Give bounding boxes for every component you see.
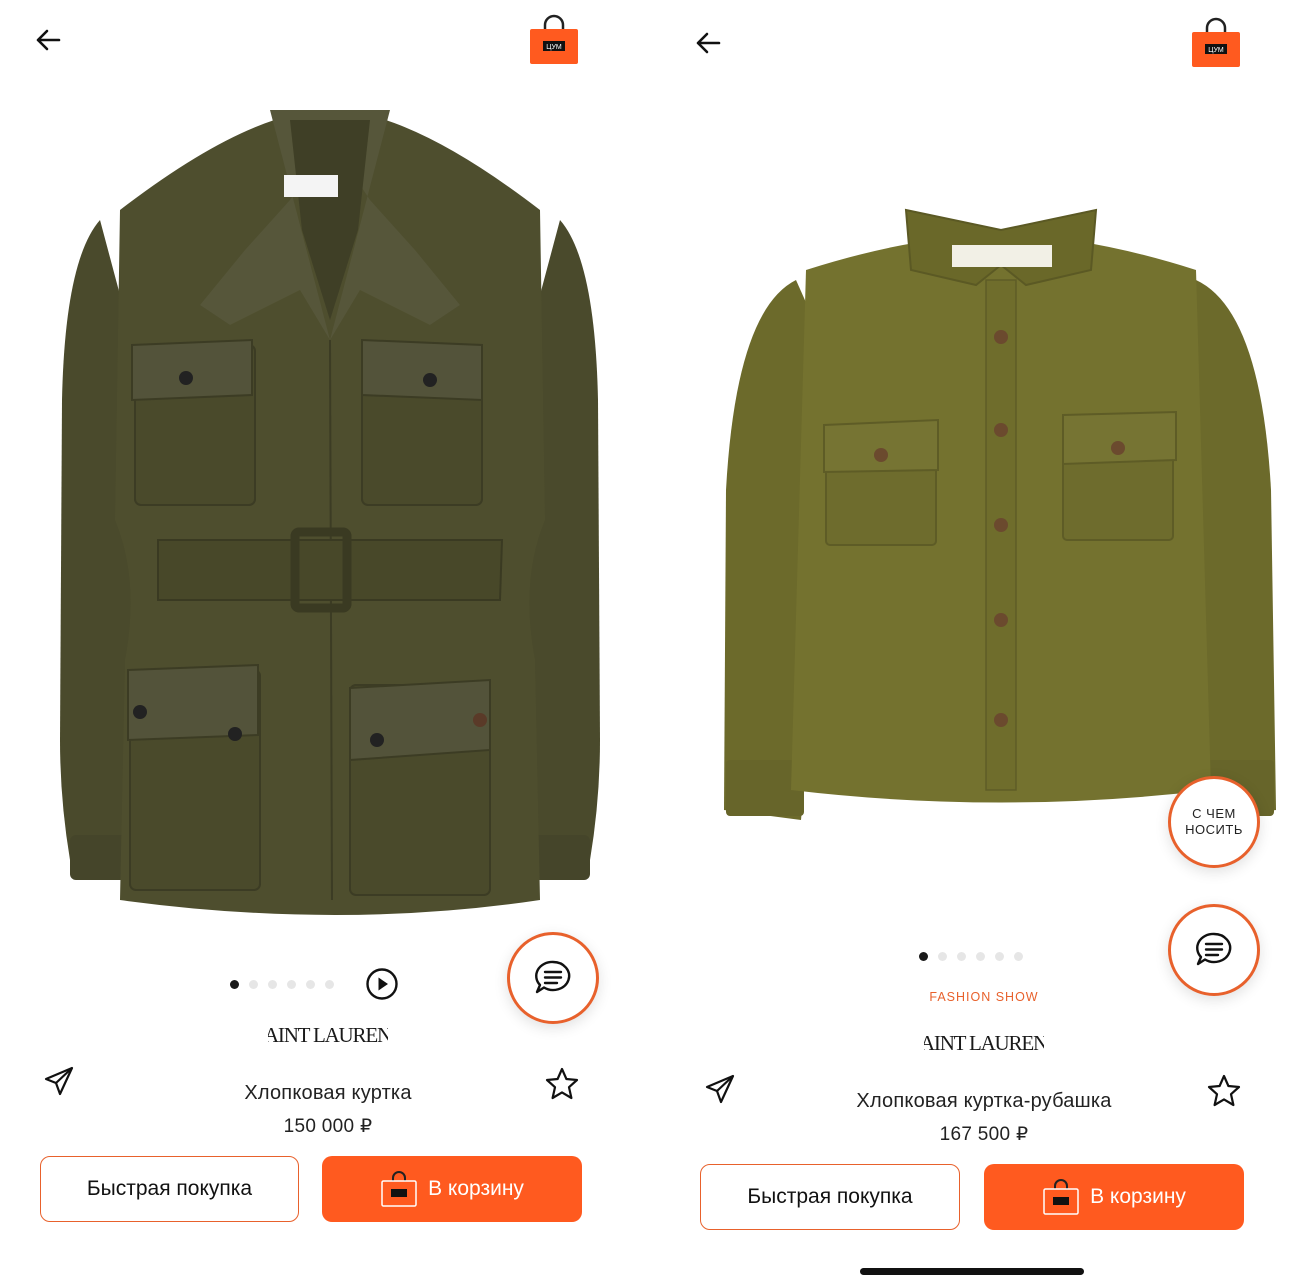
fashion-show-tag[interactable]: FASHION SHOW xyxy=(656,990,1312,1004)
jacket-illustration xyxy=(60,110,600,915)
page-dot[interactable] xyxy=(919,952,928,961)
page-dot[interactable] xyxy=(957,952,966,961)
product-image[interactable] xyxy=(40,100,620,930)
play-icon xyxy=(366,968,398,1000)
svg-text:SAINT LAURENT: SAINT LAURENT xyxy=(268,1023,388,1047)
quick-buy-button[interactable]: Быстрая покупка xyxy=(40,1156,299,1222)
quick-buy-label: Быстрая покупка xyxy=(86,1177,253,1200)
play-video-button[interactable] xyxy=(365,967,399,1001)
page-dot[interactable] xyxy=(325,980,334,989)
chat-button[interactable] xyxy=(507,932,599,1024)
logo-text: ЦУМ xyxy=(1208,47,1224,54)
page-dot[interactable] xyxy=(976,952,985,961)
page-dot[interactable] xyxy=(995,952,1004,961)
product-screen-shirt-jacket: ЦУМ С ЧЕМ НОСИТЬ FASHION SHOW AINT LAURE… xyxy=(656,0,1312,1280)
quick-buy-button[interactable]: Быстрая покупка xyxy=(700,1164,960,1230)
shirt-jacket-illustration xyxy=(724,208,1276,820)
brand-name[interactable]: SAINT LAURENT xyxy=(656,1028,1312,1065)
tsum-bag-logo[interactable]: ЦУМ xyxy=(1191,16,1241,67)
what-to-wear-button[interactable]: С ЧЕМ НОСИТЬ xyxy=(1168,776,1260,868)
home-indicator[interactable] xyxy=(860,1268,1084,1275)
product-name: Хлопковая куртка-рубашка xyxy=(856,1090,1112,1112)
brand-name[interactable]: SAINT LAURENT xyxy=(0,1020,656,1057)
product-price: 150 000 ₽ xyxy=(283,1116,373,1137)
page-dot[interactable] xyxy=(268,980,277,989)
page-dot[interactable] xyxy=(230,980,239,989)
back-arrow-icon xyxy=(696,32,721,54)
logo-text: ЦУМ xyxy=(546,44,562,51)
page-dot[interactable] xyxy=(287,980,296,989)
add-to-cart-label: В корзину xyxy=(428,1177,524,1200)
page-dot[interactable] xyxy=(249,980,258,989)
page-dot[interactable] xyxy=(1014,952,1023,961)
back-arrow-icon xyxy=(36,29,61,51)
product-name: Хлопковая куртка xyxy=(244,1082,412,1104)
add-to-cart-button[interactable]: В корзину xyxy=(322,1156,582,1222)
quick-buy-label: Быстрая покупка xyxy=(747,1185,913,1208)
svg-text:SAINT LAURENT: SAINT LAURENT xyxy=(924,1031,1044,1055)
back-button[interactable] xyxy=(688,23,728,63)
what-to-wear-label-2: НОСИТЬ xyxy=(1185,822,1243,837)
add-to-cart-button[interactable]: В корзину xyxy=(984,1164,1244,1230)
shopping-bag-icon xyxy=(1043,1179,1079,1215)
chat-button[interactable] xyxy=(1168,904,1260,996)
image-pagination xyxy=(230,980,334,989)
chat-icon xyxy=(1196,932,1232,966)
chat-icon xyxy=(535,960,571,994)
what-to-wear-label-1: С ЧЕМ xyxy=(1192,806,1236,821)
tsum-bag-logo[interactable]: ЦУМ xyxy=(529,13,579,64)
product-screen-jacket: ЦУМ AINT LAUREN Хлопковая куртка 150 000… xyxy=(0,0,656,1280)
product-image[interactable] xyxy=(716,190,1286,830)
add-to-cart-label: В корзину xyxy=(1090,1185,1186,1208)
page-dot[interactable] xyxy=(938,952,947,961)
image-pagination xyxy=(919,952,1023,961)
page-dot[interactable] xyxy=(306,980,315,989)
back-button[interactable] xyxy=(28,20,68,60)
brand-logo: SAINT LAURENT xyxy=(909,1031,1061,1055)
product-price: 167 500 ₽ xyxy=(939,1124,1029,1145)
shopping-bag-icon xyxy=(381,1171,417,1207)
brand-logo: SAINT LAURENT xyxy=(253,1023,405,1047)
